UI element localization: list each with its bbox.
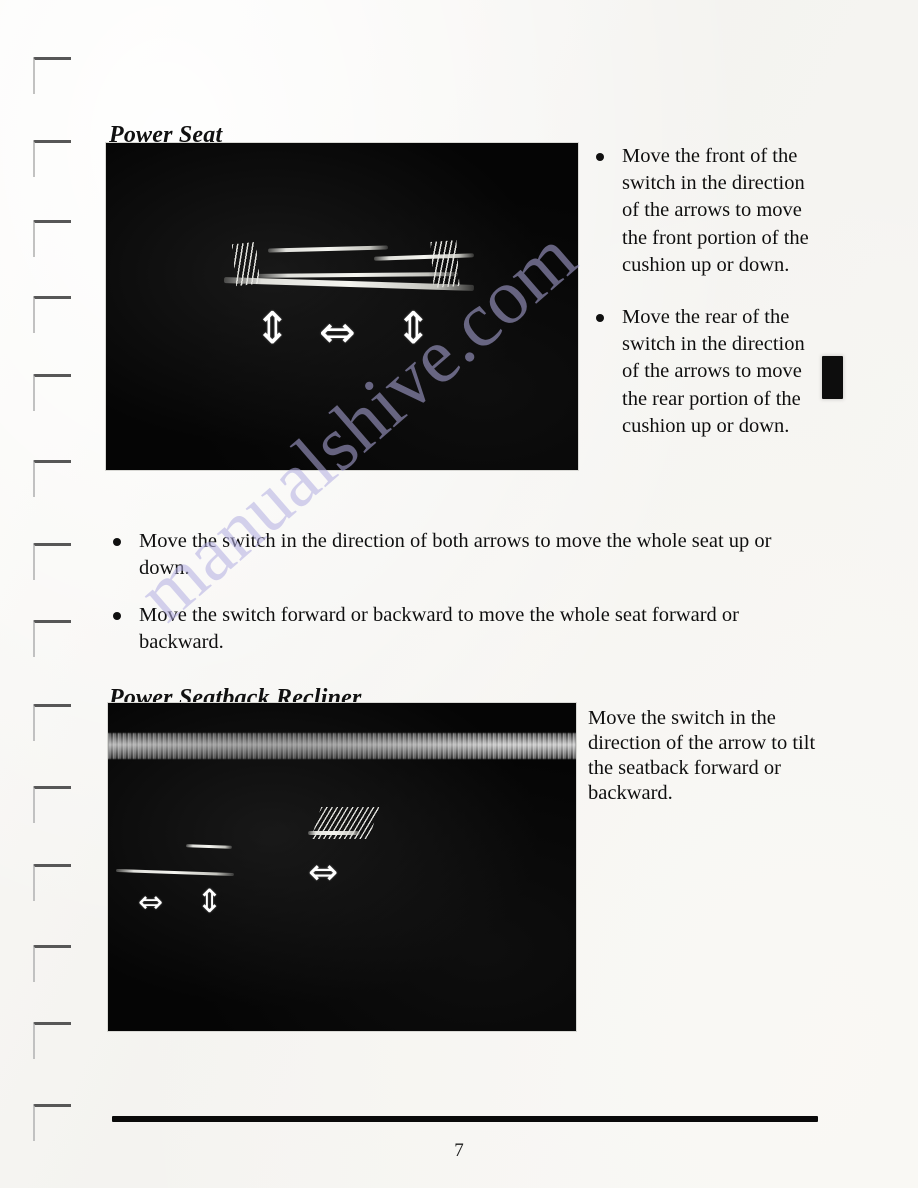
binding-mark [33, 57, 71, 94]
binding-mark [33, 786, 71, 823]
switch-top-rear-edge [373, 253, 475, 261]
switch-top-front-edge [267, 245, 389, 253]
recliner-switch-base [308, 831, 360, 835]
left-right-arrow-seat-icon: ⇔ [138, 885, 164, 920]
seat-side-edge [115, 868, 235, 877]
binding-mark [33, 1022, 71, 1059]
photo-highlight-band [108, 733, 576, 759]
manual-page: Power Seat ⇕ ⇔ ⇕ Move the front of the s… [0, 0, 918, 1188]
list-item: Move the front of the switch in the dire… [588, 143, 820, 279]
list-item: Move the switch forward or backward to m… [105, 602, 821, 656]
power-seat-side-bullets: Move the front of the switch in the dire… [588, 143, 820, 465]
up-down-arrow-rear-icon: ⇕ [395, 303, 432, 354]
binding-mark [33, 945, 71, 982]
section-tab-mark [822, 356, 843, 399]
up-down-arrow-seat-icon: ⇕ [196, 882, 223, 920]
recliner-instruction-text: Move the switch in the direction of the … [588, 707, 816, 804]
power-seat-photo: ⇕ ⇔ ⇕ [106, 143, 578, 470]
binding-mark [33, 704, 71, 741]
list-item: Move the switch in the direction of both… [105, 528, 821, 582]
binding-mark [33, 460, 71, 497]
binding-mark [33, 620, 71, 657]
binding-mark [33, 864, 71, 901]
list-item: Move the rear of the switch in the direc… [588, 304, 820, 440]
up-down-arrow-front-icon: ⇕ [254, 303, 291, 354]
switch-upper-body [257, 272, 459, 278]
switch-right-ribs [430, 240, 460, 288]
power-seatback-recliner-photo: ⇔ ⇔ ⇕ [108, 703, 576, 1031]
binding-mark [33, 1104, 71, 1141]
footer-divider [112, 1116, 818, 1122]
power-seat-wide-bullets: Move the switch in the direction of both… [105, 528, 821, 676]
binding-mark [33, 374, 71, 411]
binding-mark [33, 140, 71, 177]
binding-mark [33, 543, 71, 580]
page-number: 7 [454, 1140, 464, 1161]
binding-mark [33, 220, 71, 257]
seat-trim-edge [185, 844, 233, 849]
binding-mark [33, 296, 71, 333]
left-right-arrow-whole-icon: ⇔ [319, 307, 356, 358]
left-right-arrow-recliner-icon: ⇔ [308, 852, 339, 893]
